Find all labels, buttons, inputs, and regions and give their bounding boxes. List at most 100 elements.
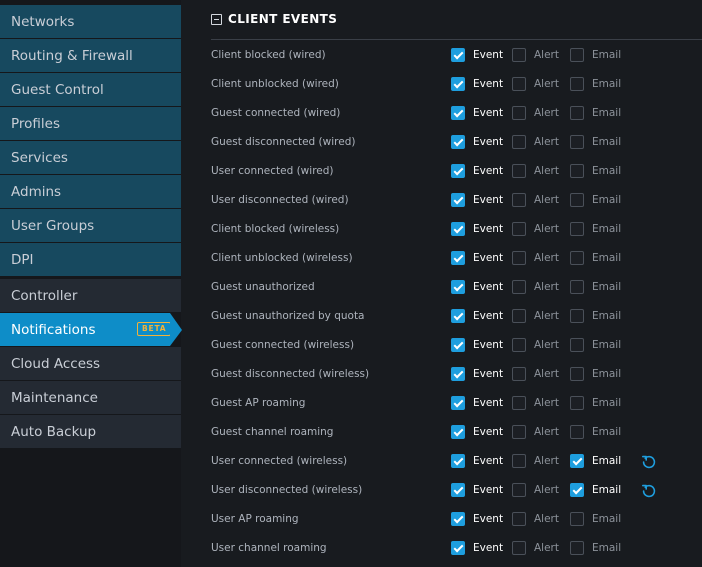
event-option[interactable]: Event [451, 135, 503, 149]
event-option[interactable]: Event [451, 396, 503, 410]
email-option[interactable]: Email [570, 454, 621, 468]
email-option[interactable]: Email [570, 222, 621, 236]
event-option[interactable]: Event [451, 367, 503, 381]
sidebar-item-admins[interactable]: Admins [0, 175, 181, 208]
event-option[interactable]: Event [451, 338, 503, 352]
alert-option[interactable]: Alert [512, 77, 559, 91]
alert-option[interactable]: Alert [512, 135, 559, 149]
email-checkbox[interactable] [570, 541, 584, 555]
reset-icon[interactable] [641, 454, 657, 470]
alert-option[interactable]: Alert [512, 280, 559, 294]
event-option[interactable]: Event [451, 309, 503, 323]
sidebar-item-routing-firewall[interactable]: Routing & Firewall [0, 39, 181, 72]
alert-checkbox[interactable] [512, 48, 526, 62]
alert-checkbox[interactable] [512, 135, 526, 149]
section-header[interactable]: CLIENT EVENTS [211, 12, 337, 26]
email-option[interactable]: Email [570, 541, 621, 555]
email-option[interactable]: Email [570, 367, 621, 381]
alert-option[interactable]: Alert [512, 512, 559, 526]
alert-option[interactable]: Alert [512, 425, 559, 439]
sidebar-item-notifications[interactable]: Notifications BETA [0, 313, 182, 346]
alert-option[interactable]: Alert [512, 106, 559, 120]
event-checkbox[interactable] [451, 77, 465, 91]
alert-checkbox[interactable] [512, 454, 526, 468]
email-checkbox[interactable] [570, 425, 584, 439]
event-option[interactable]: Event [451, 512, 503, 526]
alert-checkbox[interactable] [512, 512, 526, 526]
email-checkbox[interactable] [570, 280, 584, 294]
reset-icon[interactable] [641, 483, 657, 499]
email-option[interactable]: Email [570, 251, 621, 265]
event-option[interactable]: Event [451, 541, 503, 555]
alert-option[interactable]: Alert [512, 48, 559, 62]
email-checkbox[interactable] [570, 135, 584, 149]
alert-checkbox[interactable] [512, 396, 526, 410]
alert-checkbox[interactable] [512, 309, 526, 323]
sidebar-item-services[interactable]: Services [0, 141, 181, 174]
email-option[interactable]: Email [570, 338, 621, 352]
alert-option[interactable]: Alert [512, 396, 559, 410]
minus-square-icon[interactable] [211, 13, 222, 25]
alert-checkbox[interactable] [512, 541, 526, 555]
event-option[interactable]: Event [451, 425, 503, 439]
email-option[interactable]: Email [570, 193, 621, 207]
event-option[interactable]: Event [451, 222, 503, 236]
alert-option[interactable]: Alert [512, 309, 559, 323]
alert-option[interactable]: Alert [512, 454, 559, 468]
email-checkbox[interactable] [570, 106, 584, 120]
event-checkbox[interactable] [451, 512, 465, 526]
alert-checkbox[interactable] [512, 280, 526, 294]
email-checkbox[interactable] [570, 483, 584, 497]
alert-checkbox[interactable] [512, 338, 526, 352]
event-option[interactable]: Event [451, 164, 503, 178]
event-option[interactable]: Event [451, 77, 503, 91]
alert-option[interactable]: Alert [512, 222, 559, 236]
sidebar-item-controller[interactable]: Controller [0, 279, 181, 312]
sidebar-item-cloud-access[interactable]: Cloud Access [0, 347, 181, 380]
event-checkbox[interactable] [451, 425, 465, 439]
email-checkbox[interactable] [570, 338, 584, 352]
event-checkbox[interactable] [451, 367, 465, 381]
email-checkbox[interactable] [570, 193, 584, 207]
email-checkbox[interactable] [570, 48, 584, 62]
email-checkbox[interactable] [570, 454, 584, 468]
alert-checkbox[interactable] [512, 106, 526, 120]
event-option[interactable]: Event [451, 48, 503, 62]
email-checkbox[interactable] [570, 251, 584, 265]
event-checkbox[interactable] [451, 193, 465, 207]
alert-checkbox[interactable] [512, 77, 526, 91]
sidebar-item-maintenance[interactable]: Maintenance [0, 381, 181, 414]
email-option[interactable]: Email [570, 483, 621, 497]
alert-option[interactable]: Alert [512, 164, 559, 178]
event-option[interactable]: Event [451, 251, 503, 265]
alert-checkbox[interactable] [512, 483, 526, 497]
sidebar-item-user-groups[interactable]: User Groups [0, 209, 181, 242]
email-option[interactable]: Email [570, 135, 621, 149]
email-checkbox[interactable] [570, 367, 584, 381]
event-option[interactable]: Event [451, 193, 503, 207]
email-option[interactable]: Email [570, 512, 621, 526]
event-checkbox[interactable] [451, 251, 465, 265]
email-checkbox[interactable] [570, 164, 584, 178]
alert-checkbox[interactable] [512, 164, 526, 178]
event-checkbox[interactable] [451, 309, 465, 323]
event-checkbox[interactable] [451, 106, 465, 120]
sidebar-item-auto-backup[interactable]: Auto Backup [0, 415, 181, 448]
event-option[interactable]: Event [451, 483, 503, 497]
email-option[interactable]: Email [570, 396, 621, 410]
alert-checkbox[interactable] [512, 251, 526, 265]
event-option[interactable]: Event [451, 280, 503, 294]
event-option[interactable]: Event [451, 454, 503, 468]
event-checkbox[interactable] [451, 454, 465, 468]
event-checkbox[interactable] [451, 483, 465, 497]
email-option[interactable]: Email [570, 280, 621, 294]
alert-option[interactable]: Alert [512, 338, 559, 352]
alert-option[interactable]: Alert [512, 193, 559, 207]
email-option[interactable]: Email [570, 425, 621, 439]
event-checkbox[interactable] [451, 222, 465, 236]
sidebar-item-networks[interactable]: Networks [0, 5, 181, 38]
event-checkbox[interactable] [451, 396, 465, 410]
sidebar-item-guest-control[interactable]: Guest Control [0, 73, 181, 106]
email-option[interactable]: Email [570, 164, 621, 178]
email-checkbox[interactable] [570, 77, 584, 91]
